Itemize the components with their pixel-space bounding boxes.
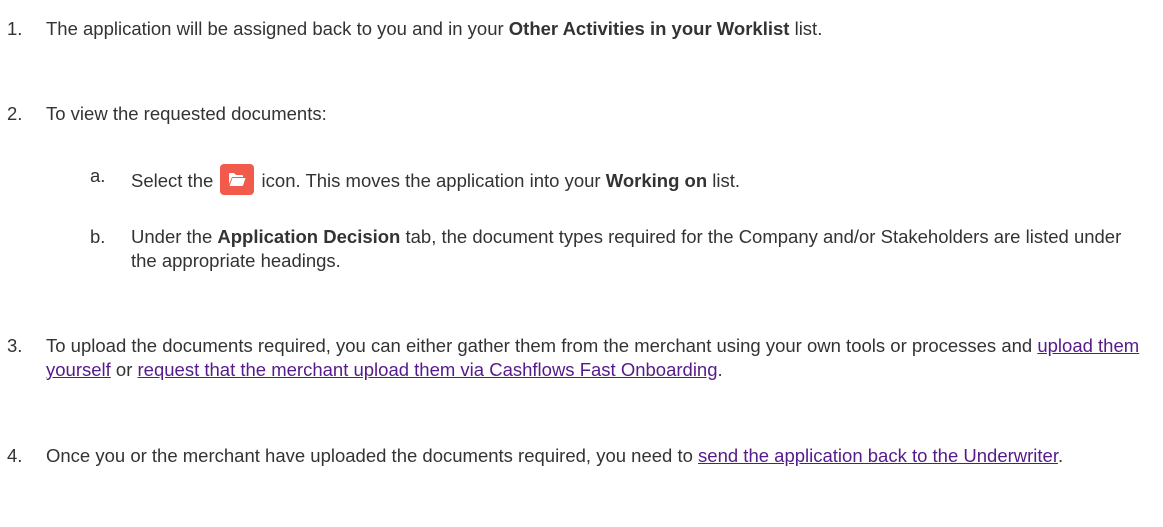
step-text-part: . [1057, 445, 1064, 466]
step-number: 2. [7, 103, 23, 124]
substep-letter: a. [90, 165, 106, 186]
step-number: 4. [7, 445, 23, 466]
step-text: Once you or the merchant have uploaded t… [46, 444, 1151, 468]
folder-open-icon [220, 164, 255, 195]
substep-text: Under the Application Decision tab, the … [131, 225, 1151, 273]
step-text: The application will be assigned back to… [46, 17, 1151, 41]
step-text-part: Once you or the merchant have uploaded t… [46, 445, 699, 466]
step-text-part: Select the [131, 170, 219, 191]
step-text: To view the requested documents: [46, 103, 327, 124]
substep-text: Select the icon. This moves the applicat… [131, 164, 1151, 195]
step-text-part: To upload the documents required, you ca… [46, 335, 1038, 356]
step-number: 1. [7, 18, 23, 39]
step-number: 3. [7, 335, 23, 356]
step-text-part: Under the [131, 226, 218, 247]
substep-letter: b. [90, 226, 106, 247]
step-text-part: icon. This moves the application into yo… [256, 170, 606, 191]
step-text-part: list. [707, 170, 741, 191]
step-text-part: list. [789, 18, 823, 39]
step-text: To upload the documents required, you ca… [46, 334, 1151, 382]
working-on-list-name: Working on [605, 170, 708, 191]
send-back-to-underwriter-link[interactable]: send the application back to the Underwr… [698, 445, 1058, 466]
instructions-document: 1. The application will be assigned back… [0, 0, 1163, 527]
worklist-list-name: Other Activities in your Worklist [508, 18, 790, 39]
request-merchant-upload-link[interactable]: request that the merchant upload them vi… [138, 359, 718, 380]
step-text-part: or [110, 359, 138, 380]
application-decision-tab-name: Application Decision [217, 226, 401, 247]
step-text-part: The application will be assigned back to… [46, 18, 509, 39]
step-text-part: . [717, 359, 723, 380]
